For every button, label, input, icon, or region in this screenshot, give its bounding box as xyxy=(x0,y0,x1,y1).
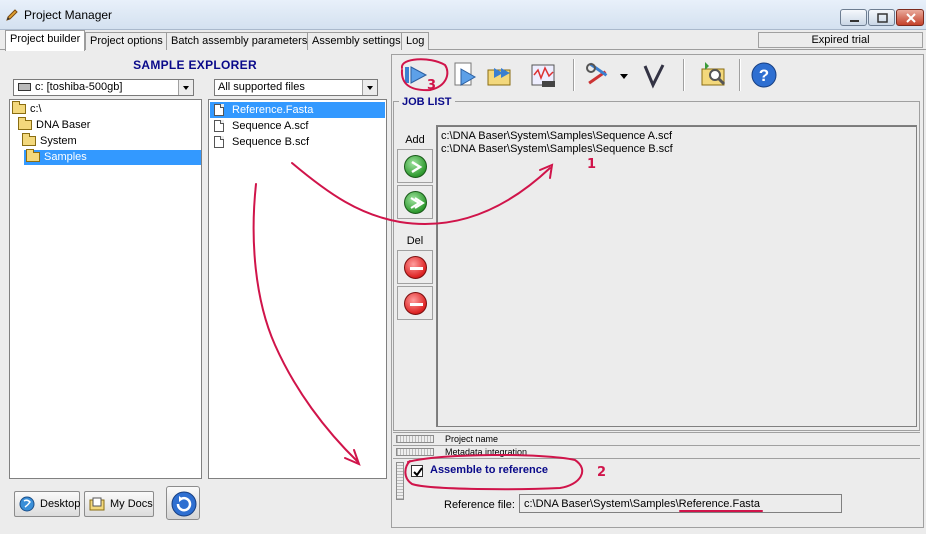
fast-forward-icon[interactable] xyxy=(485,60,515,90)
file-item-label: Sequence B.scf xyxy=(232,136,310,148)
folder-open-icon xyxy=(12,101,26,114)
file-item-label: Reference.Fasta xyxy=(232,104,314,116)
desktop-label: Desktop xyxy=(40,498,81,510)
close-button[interactable] xyxy=(896,9,924,26)
job-list-item[interactable]: c:\DNA Baser\System\Samples\Sequence B.s… xyxy=(441,143,673,155)
add-all-icon xyxy=(404,191,427,214)
tree-item-label: System xyxy=(40,135,77,147)
file-filter-select[interactable]: All supported files xyxy=(214,79,378,96)
my-docs-label: My Docs xyxy=(110,498,153,510)
tree-item-dna-baser[interactable]: DNA Baser xyxy=(18,117,108,133)
reference-file-label: Reference file: xyxy=(444,499,515,511)
search-folder-icon[interactable] xyxy=(699,60,729,90)
toolbar-separator xyxy=(573,59,575,91)
assemble-to-reference-checkbox[interactable] xyxy=(411,465,423,477)
delete-selected-button[interactable] xyxy=(397,250,433,284)
add-selected-button[interactable] xyxy=(397,149,433,183)
job-list-item[interactable]: c:\DNA Baser\System\Samples\Sequence A.s… xyxy=(441,130,672,142)
chevron-down-icon[interactable] xyxy=(178,80,193,95)
tab-batch-assembly-parameters[interactable]: Batch assembly parameters xyxy=(166,32,313,50)
tab-project-options[interactable]: Project options xyxy=(85,32,168,50)
svg-text:?: ? xyxy=(759,66,769,85)
annotation-number-1: 1 xyxy=(587,157,597,172)
tree-item-label: Samples xyxy=(44,151,87,163)
del-label: Del xyxy=(406,235,424,247)
toolbar: ? xyxy=(393,55,923,95)
remove-icon xyxy=(404,256,427,279)
minimize-button[interactable] xyxy=(840,9,867,26)
checkmark-icon xyxy=(413,467,423,477)
checkmark-v-icon[interactable] xyxy=(639,60,669,90)
file-icon xyxy=(214,120,224,132)
close-icon xyxy=(906,13,916,23)
drive-select[interactable]: c: [toshiba-500gb] xyxy=(13,79,194,96)
collapse-grip[interactable] xyxy=(396,462,404,500)
delete-all-button[interactable] xyxy=(397,286,433,320)
drive-select-value: c: [toshiba-500gb] xyxy=(35,81,123,93)
project-name-section[interactable]: Project name xyxy=(393,432,920,445)
reference-file-field[interactable]: c:\DNA Baser\System\Samples\Reference.Fa… xyxy=(519,494,842,513)
desktop-button[interactable]: Desktop xyxy=(14,491,80,517)
chevron-down-icon[interactable] xyxy=(362,80,377,95)
tab-assembly-settings[interactable]: Assembly settings xyxy=(307,32,406,50)
annotation-number-3: 3 xyxy=(427,78,437,93)
tree-item-label: DNA Baser xyxy=(36,119,91,131)
sample-explorer-title: SAMPLE EXPLORER xyxy=(133,58,257,72)
folder-open-icon xyxy=(22,133,36,146)
license-status: Expired trial xyxy=(758,32,923,48)
tab-log[interactable]: Log xyxy=(401,32,430,50)
toolbar-separator xyxy=(739,59,741,91)
remove-all-icon xyxy=(404,292,427,315)
file-icon xyxy=(214,104,224,116)
tab-project-builder[interactable]: Project builder xyxy=(5,30,86,51)
dropdown-arrow-icon[interactable] xyxy=(619,60,629,90)
assemble-to-reference-label[interactable]: Assemble to reference xyxy=(430,464,548,476)
blast-icon[interactable] xyxy=(529,60,559,90)
file-item-sequence-a[interactable]: Sequence A.scf xyxy=(210,118,385,134)
project-name-label: Project name xyxy=(445,434,499,444)
refresh-button[interactable] xyxy=(166,486,200,520)
tree-item-samples[interactable]: Samples xyxy=(24,149,201,165)
tab-strip: Project builder Project options Batch as… xyxy=(0,30,926,51)
file-item-reference[interactable]: Reference.Fasta xyxy=(210,102,385,118)
documents-folder-icon xyxy=(89,497,105,511)
expand-grip[interactable] xyxy=(396,435,434,443)
metadata-section[interactable]: Metadata integration xyxy=(393,445,920,458)
desktop-icon xyxy=(19,496,35,512)
tree-item-system[interactable]: System xyxy=(22,133,92,149)
expand-grip[interactable] xyxy=(396,448,434,456)
file-item-label: Sequence A.scf xyxy=(232,120,309,132)
folder-open-icon xyxy=(18,117,32,130)
folder-tree[interactable]: c:\ DNA Baser System Samples xyxy=(9,99,202,479)
drive-icon xyxy=(18,83,31,91)
tree-item-c[interactable]: c:\ xyxy=(12,101,52,117)
file-item-sequence-b[interactable]: Sequence B.scf xyxy=(210,134,385,150)
maximize-button[interactable] xyxy=(868,9,895,26)
metadata-label: Metadata integration xyxy=(445,447,528,457)
add-label: Add xyxy=(405,134,425,146)
toolbar-separator xyxy=(683,59,685,91)
add-all-button[interactable] xyxy=(397,185,433,219)
title-bar: Project Manager xyxy=(0,0,926,30)
folder-open-icon xyxy=(26,149,40,162)
job-list[interactable]: c:\DNA Baser\System\Samples\Sequence A.s… xyxy=(436,125,917,427)
add-icon xyxy=(404,155,427,178)
tree-item-label: c:\ xyxy=(30,103,42,115)
file-filter-value: All supported files xyxy=(218,81,305,93)
annotation-number-2: 2 xyxy=(597,465,607,480)
tools-icon[interactable] xyxy=(583,60,613,90)
refresh-icon xyxy=(171,491,197,517)
my-docs-button[interactable]: My Docs xyxy=(84,491,154,517)
file-icon xyxy=(214,136,224,148)
play-page-icon[interactable] xyxy=(449,60,479,90)
pencil-icon xyxy=(6,9,18,21)
window-title: Project Manager xyxy=(24,8,113,22)
minimize-icon xyxy=(850,20,859,22)
job-list-title: JOB LIST xyxy=(399,96,455,108)
maximize-icon xyxy=(877,13,888,23)
help-icon[interactable]: ? xyxy=(749,60,779,90)
file-list[interactable]: Reference.Fasta Sequence A.scf Sequence … xyxy=(208,99,387,479)
